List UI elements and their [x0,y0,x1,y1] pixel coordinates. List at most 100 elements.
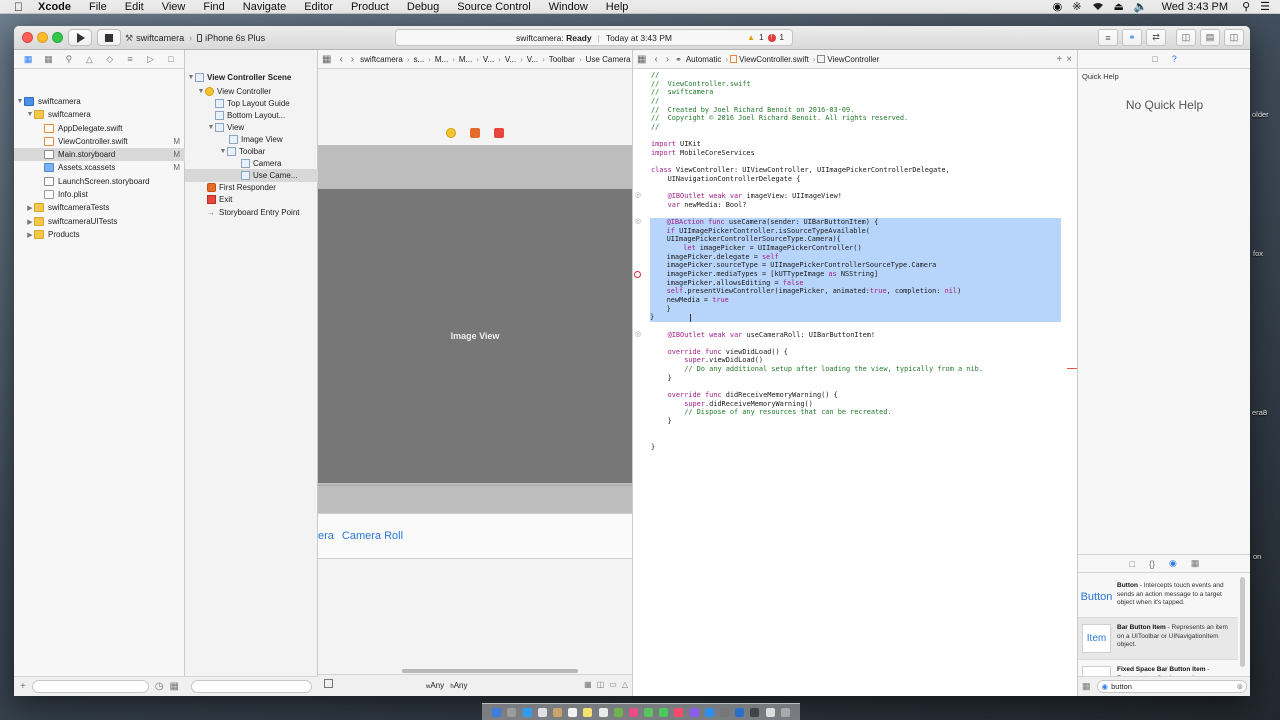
recent-files-icon[interactable]: ◷ [155,681,164,692]
outlet-connection-icon[interactable]: ◎ [635,218,641,225]
disclosure-icon[interactable]: ▶ [26,231,34,239]
code-line[interactable]: // Copyright © 2016 Joel Richard Benoit.… [651,114,908,123]
horizontal-scrollbar[interactable] [402,669,578,673]
library-item[interactable]: Item Bar Button Item - Represents an ite… [1078,618,1238,660]
library-search-input[interactable]: ◉ button ⊗ [1096,680,1247,693]
code-line[interactable]: imagePicker.delegate = self [650,252,1061,262]
close-window-button[interactable] [22,32,33,43]
tree-item-file[interactable]: Info.plist [14,188,185,201]
menu-view[interactable]: View [153,0,195,14]
itunes-icon[interactable] [674,707,684,717]
code-line[interactable]: UIImagePickerControllerSourceType.Camera… [650,235,1061,245]
code-line[interactable]: @IBOutlet weak var useCameraRoll: UIBarB… [651,331,875,340]
image-view[interactable]: Image View [318,189,632,483]
menu-edit[interactable]: Edit [116,0,153,14]
menu-file[interactable]: File [80,0,116,14]
code-line[interactable]: // [651,123,659,132]
file-template-icon[interactable]: □ [1130,559,1135,569]
exit-icon[interactable] [494,128,504,138]
code-line[interactable]: super.viewDidLoad() [651,356,763,365]
code-line[interactable]: // ViewController.swift [651,80,751,89]
photos-icon[interactable] [628,707,638,717]
menu-help[interactable]: Help [597,0,638,14]
toggle-debug-area-button[interactable]: ▤ [1200,29,1220,46]
menu-product[interactable]: Product [342,0,398,14]
run-button[interactable] [68,29,92,46]
editor-file-crumb[interactable]: ViewController.swift [737,55,811,64]
interface-builder-canvas[interactable]: Image View era Camera Roll [318,69,632,674]
code-line[interactable]: import MobileCoreServices [651,149,755,158]
app-store-icon[interactable] [704,707,714,717]
tree-item-project[interactable]: ▼ swiftcamera [14,95,185,108]
back-arrow-icon[interactable]: ‹ [335,54,346,65]
menu-source-control[interactable]: Source Control [448,0,539,14]
use-camera-roll-bar-button[interactable]: Camera Roll [342,530,403,542]
view-controller-icon[interactable] [446,128,456,138]
ibooks-icon[interactable] [689,707,699,717]
assistant-editor-button[interactable]: ⚭ [1122,29,1142,46]
menu-editor[interactable]: Editor [295,0,342,14]
breadcrumb-item[interactable]: V... [525,55,540,64]
code-line[interactable]: @IBOutlet weak var imageView: UIImageVie… [651,192,842,201]
search-icon[interactable]: ⚲ [1242,0,1250,13]
navigator-filter-input[interactable] [31,680,149,693]
tree-item-group[interactable]: ▶ Products [14,228,185,241]
error-count[interactable]: 1 [780,33,784,42]
symbol-navigator-icon[interactable]: ▦ [44,54,54,64]
code-line[interactable]: imagePicker.allowsEditing = false [650,278,1061,288]
maps-icon[interactable] [613,707,623,717]
notification-center-icon[interactable]: ☰ [1260,0,1270,13]
disclosure-icon[interactable]: ▼ [26,111,34,118]
xcode-icon[interactable] [735,707,745,717]
align-icon[interactable]: ◫ [597,680,605,689]
breadcrumb-item[interactable]: s... [412,55,427,64]
file-inspector-icon[interactable]: □ [1152,54,1157,64]
warning-icon[interactable]: ▲ [747,33,755,42]
code-line[interactable]: // [651,71,659,80]
reminders-icon[interactable] [598,707,608,717]
stack-icon[interactable]: ▦ [584,680,592,689]
code-line[interactable]: // Created by Joel Richard Benoit on 201… [651,106,854,115]
code-line[interactable]: } [651,417,672,426]
related-items-icon[interactable]: ▦ [318,54,335,65]
code-line[interactable]: // Dispose of any resources that can be … [651,408,891,417]
tree-item-file[interactable]: ViewController.swift M [14,135,185,148]
scheme-name[interactable]: swiftcamera [136,33,184,43]
menu-window[interactable]: Window [540,0,597,14]
system-preferences-icon[interactable] [720,707,729,717]
editor-symbol-crumb[interactable]: ViewController [825,55,881,64]
menu-clock[interactable]: Wed 3:43 PM [1158,1,1232,13]
clear-search-icon[interactable]: ⊗ [1237,682,1243,691]
object-library-icon[interactable]: ◉ [1169,558,1177,569]
toggle-navigator-button[interactable]: ◫ [1176,29,1196,46]
launchpad-icon[interactable] [507,707,517,717]
pin-icon[interactable]: ▭ [609,680,617,689]
code-line[interactable]: override func didReceiveMemoryWarning() … [651,391,838,400]
standard-editor-button[interactable]: ≡ [1098,29,1118,46]
outline-scene[interactable]: ▼ View Controller Scene [185,71,318,84]
code-snippet-icon[interactable]: {} [1149,559,1155,569]
terminal-icon[interactable] [750,707,760,717]
code-line[interactable]: } [650,304,1061,314]
breadcrumb-item[interactable]: Toolbar [547,55,577,64]
finder-icon[interactable] [492,707,502,717]
menu-app-name[interactable]: Xcode [29,0,80,14]
notes-icon[interactable] [583,707,593,717]
code-line[interactable]: @IBAction func useCamera(sender: UIBarBu… [650,218,1061,228]
forward-arrow-icon[interactable]: › [662,54,673,65]
menu-find[interactable]: Find [194,0,233,14]
code-line[interactable]: // swiftcamera [651,88,713,97]
code-line[interactable]: super.didReceiveMemoryWarning() [651,400,813,409]
tree-item-file[interactable]: AppDelegate.swift [14,122,185,135]
breadcrumb-item[interactable]: M... [433,55,450,64]
report-navigator-icon[interactable]: □ [166,54,176,64]
breadcrumb-item[interactable]: V... [481,55,496,64]
tree-item-file-selected[interactable]: Main.storyboard M [14,148,185,161]
disclosure-icon[interactable]: ▼ [219,148,227,155]
zoom-window-button[interactable] [52,32,63,43]
code-line[interactable]: let imagePicker = UIImagePickerControlle… [650,244,1061,253]
outline-item[interactable]: Exit [185,193,318,206]
record-icon[interactable]: ◉ [1053,0,1063,13]
apple-menu-icon[interactable]:  [0,0,29,14]
code-line[interactable]: imagePicker.mediaTypes = [kUTTypeImage a… [650,269,1061,279]
